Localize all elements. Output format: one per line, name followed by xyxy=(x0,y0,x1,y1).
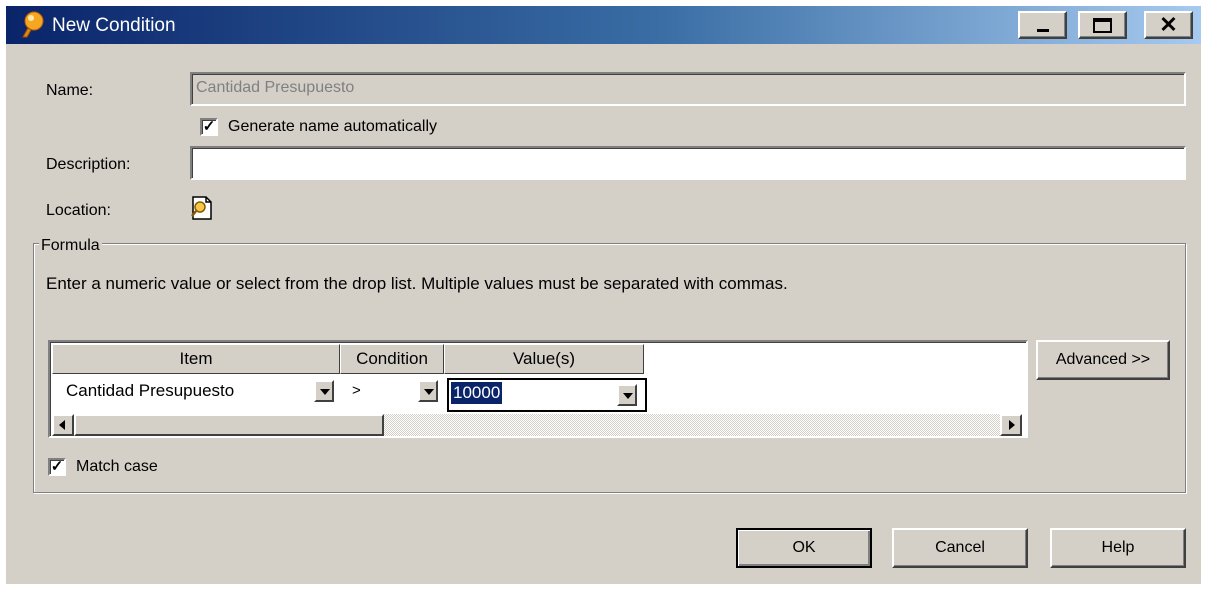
description-label: Description: xyxy=(46,156,131,173)
horizontal-scrollbar[interactable] xyxy=(52,414,1022,436)
cancel-button[interactable]: Cancel xyxy=(892,528,1028,568)
condition-cell[interactable]: > xyxy=(352,376,361,408)
name-label: Name: xyxy=(46,82,94,99)
window-title: New Condition xyxy=(52,15,176,36)
maximize-button[interactable] xyxy=(1078,11,1127,39)
bulb-icon xyxy=(22,11,44,38)
value-dropdown-button[interactable] xyxy=(617,384,637,406)
new-condition-dialog: New Condition ✕ Name: Cantidad Presupues… xyxy=(6,6,1201,584)
formula-legend: Formula xyxy=(39,237,102,255)
minimize-icon xyxy=(1037,29,1049,32)
column-header-values[interactable]: Value(s) xyxy=(444,344,644,374)
maximize-icon xyxy=(1093,18,1112,33)
condition-dropdown-button[interactable] xyxy=(418,380,438,402)
value-input[interactable]: 10000 xyxy=(447,378,647,412)
location-browse-icon[interactable] xyxy=(190,195,214,221)
checkmark-icon: ✓ xyxy=(50,458,64,475)
close-icon: ✕ xyxy=(1159,12,1178,37)
generate-name-checkbox[interactable]: ✓ xyxy=(200,118,218,136)
close-button[interactable]: ✕ xyxy=(1144,11,1193,39)
advanced-button[interactable]: Advanced >> xyxy=(1036,340,1170,380)
scroll-left-icon[interactable] xyxy=(52,414,74,436)
minimize-button[interactable] xyxy=(1018,11,1067,39)
generate-name-label[interactable]: Generate name automatically xyxy=(228,118,437,136)
match-case-checkbox[interactable]: ✓ xyxy=(48,458,66,476)
scrollbar-thumb[interactable] xyxy=(74,414,384,436)
item-dropdown-button[interactable] xyxy=(314,380,334,402)
scroll-right-icon[interactable] xyxy=(1000,414,1022,436)
formula-instructions: Enter a numeric value or select from the… xyxy=(46,274,788,293)
column-header-condition[interactable]: Condition xyxy=(340,344,444,374)
value-text: 10000 xyxy=(451,382,503,404)
name-field[interactable]: Cantidad Presupuesto xyxy=(190,72,1186,106)
condition-grid[interactable]: Item Condition Value(s) Cantidad Presupu… xyxy=(48,340,1028,438)
item-cell[interactable]: Cantidad Presupuesto xyxy=(66,376,234,408)
title-bar[interactable]: New Condition ✕ xyxy=(6,6,1201,44)
checkmark-icon: ✓ xyxy=(202,118,216,135)
help-button[interactable]: Help xyxy=(1050,528,1186,568)
ok-button[interactable]: OK xyxy=(736,528,872,568)
description-field[interactable] xyxy=(190,146,1186,180)
column-header-item[interactable]: Item xyxy=(52,344,340,374)
match-case-label[interactable]: Match case xyxy=(76,458,158,476)
location-label: Location: xyxy=(46,202,111,219)
